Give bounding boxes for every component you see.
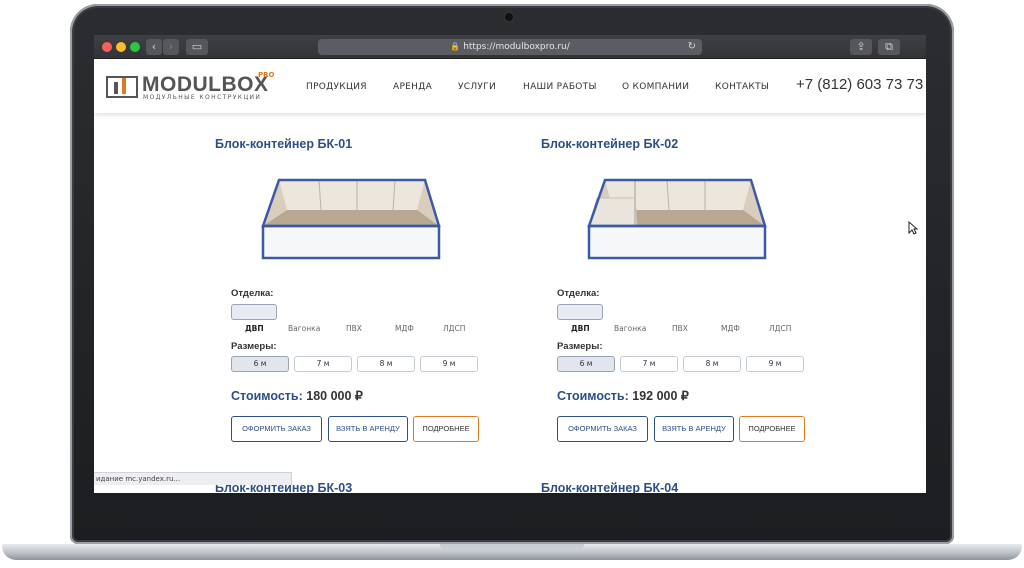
size-option[interactable]: 8 м [357, 356, 415, 372]
logo-badge: PRO [258, 71, 275, 79]
tabs-overview-icon[interactable]: ⧉ [878, 39, 900, 55]
back-arrow-icon[interactable]: ‹ [146, 39, 162, 55]
sizes-label: Размеры: [557, 341, 603, 352]
rent-button[interactable]: ВЗЯТЬ В АРЕНДУ [328, 416, 408, 442]
nav-item-contacts[interactable]: КОНТАКТЫ [715, 82, 769, 92]
address-bar[interactable]: 🔒 https://modulboxpro.ru/ ↻ [318, 39, 702, 55]
forward-arrow-icon[interactable]: › [163, 39, 179, 55]
logo-tagline: МОДУЛЬНЫЕ КОНСТРУКЦИИ [143, 94, 262, 101]
webcam-icon [505, 13, 513, 21]
product-title[interactable]: Блок-контейнер БК-04 [541, 481, 678, 493]
size-option[interactable]: 6 м [557, 356, 615, 372]
lock-icon: 🔒 [450, 42, 461, 51]
nav-item-products[interactable]: ПРОДУКЦИЯ [306, 82, 367, 92]
close-window-icon[interactable] [102, 42, 112, 52]
phone-number[interactable]: +7 (812) 603 73 73 [796, 76, 923, 93]
finish-option[interactable]: ЛДСП [769, 324, 791, 333]
nav-item-our-works[interactable]: НАШИ РАБОТЫ [523, 82, 597, 92]
laptop-notch [440, 544, 584, 550]
finish-option[interactable]: ПВХ [672, 324, 688, 333]
laptop-mockup: ‹ › ▭ 🔒 https://modulboxpro.ru/ ↻ ⇪ ⧉ MOD… [0, 0, 1024, 568]
reload-icon[interactable]: ↻ [688, 39, 696, 55]
nav-item-rent[interactable]: АРЕНДА [393, 82, 432, 92]
finish-label: Отделка: [231, 288, 274, 299]
size-option[interactable]: 7 м [294, 356, 352, 372]
price-label: Стоимость: [557, 389, 629, 403]
finish-option[interactable]: Вагонка [288, 324, 320, 333]
finish-option[interactable]: МДФ [395, 324, 414, 333]
container-image [261, 178, 441, 260]
url-text: https://modulboxpro.ru/ [463, 42, 570, 52]
browser-toolbar: ‹ › ▭ 🔒 https://modulboxpro.ru/ ↻ ⇪ ⧉ [94, 35, 926, 59]
details-button[interactable]: ПОДРОБНЕЕ [413, 416, 479, 442]
size-option[interactable]: 8 м [683, 356, 741, 372]
price-value: 180 000 ₽ [306, 389, 363, 403]
logo-mark-icon [106, 76, 138, 98]
finish-option[interactable]: ДВП [571, 324, 590, 333]
mouse-pointer-icon [908, 221, 918, 235]
price: Стоимость: 180 000 ₽ [231, 388, 363, 403]
share-icon[interactable]: ⇪ [850, 39, 872, 55]
finish-swatch[interactable] [557, 304, 603, 320]
size-option[interactable]: 6 м [231, 356, 289, 372]
size-option[interactable]: 9 м [746, 356, 804, 372]
minimize-window-icon[interactable] [116, 42, 126, 52]
product-title[interactable]: Блок-контейнер БК-02 [541, 137, 678, 151]
finish-option[interactable]: ЛДСП [443, 324, 465, 333]
finish-option[interactable]: ДВП [245, 324, 264, 333]
maximize-window-icon[interactable] [130, 42, 140, 52]
browser-window: ‹ › ▭ 🔒 https://modulboxpro.ru/ ↻ ⇪ ⧉ MOD… [94, 35, 926, 493]
price: Стоимость: 192 000 ₽ [557, 388, 689, 403]
sizes-label: Размеры: [231, 341, 277, 352]
price-value: 192 000 ₽ [632, 389, 689, 403]
container-image [587, 178, 767, 260]
nav-item-services[interactable]: УСЛУГИ [458, 82, 496, 92]
site-logo[interactable]: MODULBOX PRO МОДУЛЬНЫЕ КОНСТРУКЦИИ [106, 71, 276, 102]
nav-item-about[interactable]: О КОМПАНИИ [622, 82, 689, 92]
product-title[interactable]: Блок-контейнер БК-01 [215, 137, 352, 151]
rent-button[interactable]: ВЗЯТЬ В АРЕНДУ [654, 416, 734, 442]
finish-option[interactable]: МДФ [721, 324, 740, 333]
finish-swatch[interactable] [231, 304, 277, 320]
browser-status-bar: идание mc.yandex.ru... [94, 472, 292, 485]
sidebar-icon[interactable]: ▭ [186, 39, 208, 55]
details-button[interactable]: ПОДРОБНЕЕ [739, 416, 805, 442]
finish-label: Отделка: [557, 288, 600, 299]
size-option[interactable]: 7 м [620, 356, 678, 372]
order-button[interactable]: ОФОРМИТЬ ЗАКАЗ [557, 416, 648, 442]
order-button[interactable]: ОФОРМИТЬ ЗАКАЗ [231, 416, 322, 442]
size-option[interactable]: 9 м [420, 356, 478, 372]
finish-option[interactable]: Вагонка [614, 324, 646, 333]
price-label: Стоимость: [231, 389, 303, 403]
site-header: MODULBOX PRO МОДУЛЬНЫЕ КОНСТРУКЦИИ ПРОДУ… [94, 59, 926, 113]
finish-option[interactable]: ПВХ [346, 324, 362, 333]
